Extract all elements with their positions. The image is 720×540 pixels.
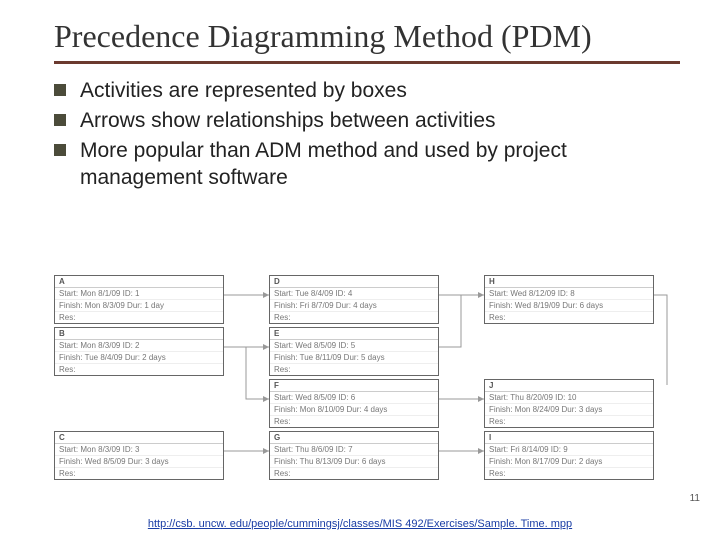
task-res: Res:	[270, 312, 438, 323]
task-res: Res:	[485, 468, 653, 479]
task-start: Start: Tue 8/4/09 ID: 4	[270, 288, 438, 300]
task-label: F	[270, 380, 438, 392]
task-label: D	[270, 276, 438, 288]
task-res: Res:	[485, 312, 653, 323]
bullet-item: Arrows show relationships between activi…	[54, 108, 680, 134]
task-start: Start: Fri 8/14/09 ID: 9	[485, 444, 653, 456]
task-label: G	[270, 432, 438, 444]
task-finish: Finish: Mon 8/17/09 Dur: 2 days	[485, 456, 653, 468]
task-res: Res:	[270, 468, 438, 479]
task-start: Start: Wed 8/5/09 ID: 5	[270, 340, 438, 352]
task-res: Res:	[270, 416, 438, 427]
title-divider	[54, 61, 680, 64]
task-label: J	[485, 380, 653, 392]
task-finish: Finish: Tue 8/11/09 Dur: 5 days	[270, 352, 438, 364]
bullet-list: Activities are represented by boxes Arro…	[54, 78, 680, 191]
task-finish: Finish: Tue 8/4/09 Dur: 2 days	[55, 352, 223, 364]
task-finish: Finish: Mon 8/24/09 Dur: 3 days	[485, 404, 653, 416]
task-res: Res:	[485, 416, 653, 427]
task-finish: Finish: Thu 8/13/09 Dur: 6 days	[270, 456, 438, 468]
task-node-a: A Start: Mon 8/1/09 ID: 1 Finish: Mon 8/…	[54, 275, 224, 324]
task-finish: Finish: Fri 8/7/09 Dur: 4 days	[270, 300, 438, 312]
task-node-j: J Start: Thu 8/20/09 ID: 10 Finish: Mon …	[484, 379, 654, 428]
page-number: 11	[690, 493, 700, 504]
task-start: Start: Wed 8/12/09 ID: 8	[485, 288, 653, 300]
task-res: Res:	[55, 364, 223, 375]
task-label: B	[55, 328, 223, 340]
task-start: Start: Mon 8/1/09 ID: 1	[55, 288, 223, 300]
footer-link[interactable]: http://csb. uncw. edu/people/cummingsj/c…	[148, 518, 572, 530]
task-label: H	[485, 276, 653, 288]
task-label: C	[55, 432, 223, 444]
footer-link-container: http://csb. uncw. edu/people/cummingsj/c…	[0, 518, 720, 530]
task-finish: Finish: Wed 8/19/09 Dur: 6 days	[485, 300, 653, 312]
task-node-i: I Start: Fri 8/14/09 ID: 9 Finish: Mon 8…	[484, 431, 654, 480]
task-node-g: G Start: Thu 8/6/09 ID: 7 Finish: Thu 8/…	[269, 431, 439, 480]
task-res: Res:	[270, 364, 438, 375]
task-start: Start: Mon 8/3/09 ID: 2	[55, 340, 223, 352]
bullet-item: More popular than ADM method and used by…	[54, 138, 680, 191]
task-node-b: B Start: Mon 8/3/09 ID: 2 Finish: Tue 8/…	[54, 327, 224, 376]
task-res: Res:	[55, 468, 223, 479]
task-finish: Finish: Mon 8/10/09 Dur: 4 days	[270, 404, 438, 416]
slide: Precedence Diagramming Method (PDM) Acti…	[0, 0, 720, 540]
task-finish: Finish: Mon 8/3/09 Dur: 1 day	[55, 300, 223, 312]
task-finish: Finish: Wed 8/5/09 Dur: 3 days	[55, 456, 223, 468]
task-node-f: F Start: Wed 8/5/09 ID: 6 Finish: Mon 8/…	[269, 379, 439, 428]
task-start: Start: Wed 8/5/09 ID: 6	[270, 392, 438, 404]
task-node-h: H Start: Wed 8/12/09 ID: 8 Finish: Wed 8…	[484, 275, 654, 324]
task-res: Res:	[55, 312, 223, 323]
slide-title: Precedence Diagramming Method (PDM)	[54, 18, 680, 55]
task-node-c: C Start: Mon 8/3/09 ID: 3 Finish: Wed 8/…	[54, 431, 224, 480]
bullet-item: Activities are represented by boxes	[54, 78, 680, 104]
task-start: Start: Thu 8/20/09 ID: 10	[485, 392, 653, 404]
pdm-diagram: A Start: Mon 8/1/09 ID: 1 Finish: Mon 8/…	[54, 275, 686, 498]
task-start: Start: Thu 8/6/09 ID: 7	[270, 444, 438, 456]
task-label: E	[270, 328, 438, 340]
task-node-d: D Start: Tue 8/4/09 ID: 4 Finish: Fri 8/…	[269, 275, 439, 324]
task-label: I	[485, 432, 653, 444]
task-start: Start: Mon 8/3/09 ID: 3	[55, 444, 223, 456]
task-label: A	[55, 276, 223, 288]
task-node-e: E Start: Wed 8/5/09 ID: 5 Finish: Tue 8/…	[269, 327, 439, 376]
